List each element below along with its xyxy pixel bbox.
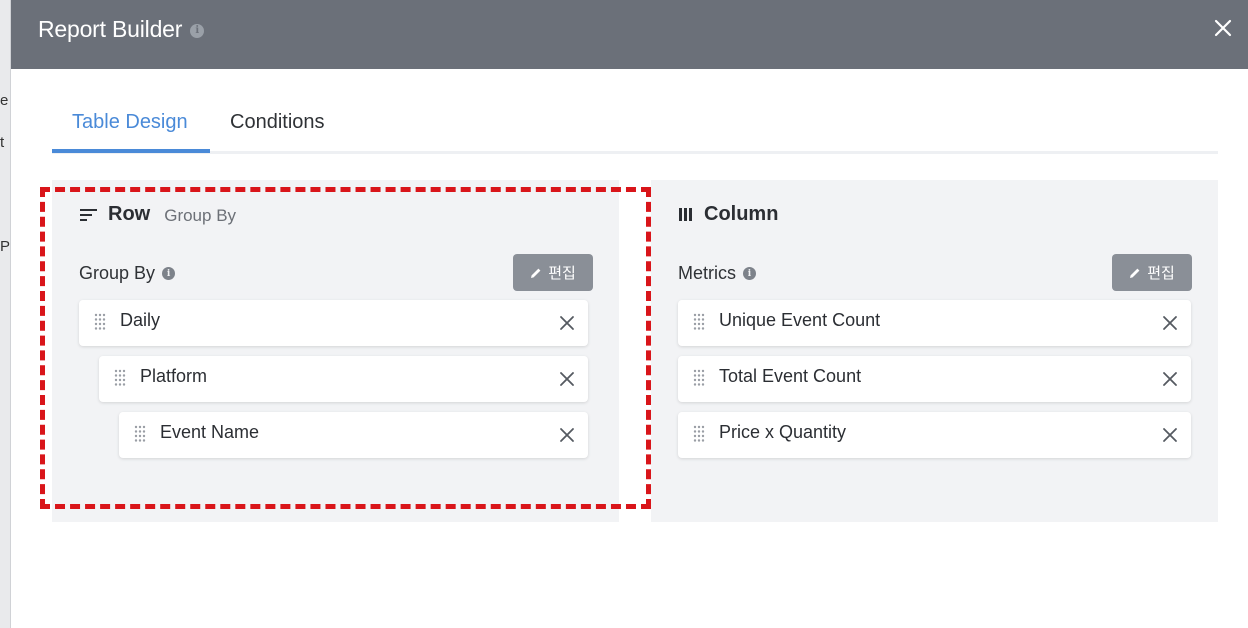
close-icon[interactable] [558,426,576,444]
drag-grip-icon[interactable] [693,425,705,443]
drag-grip-icon[interactable] [94,313,106,331]
columns-bars-icon [679,208,692,221]
row-edit-label: 편집 [548,265,576,282]
item-label: Daily [120,310,161,330]
metrics-label-text: Metrics [678,263,736,283]
row-item-daily[interactable]: Daily [79,300,588,346]
background-text: e [0,92,9,109]
modal-title: Report Builder i [38,16,205,43]
info-icon[interactable]: i [162,267,176,280]
column-edit-button[interactable]: 편집 [1112,254,1192,291]
sort-lines-icon [80,208,97,221]
column-edit-label: 편집 [1147,265,1175,282]
metric-item-price-x-quantity[interactable]: Price x Quantity [678,412,1191,458]
tab-bar: Table Design Conditions [52,103,1218,154]
metric-item-unique-event-count[interactable]: Unique Event Count [678,300,1191,346]
item-label: Platform [140,366,208,386]
drag-grip-icon[interactable] [693,313,705,331]
column-panel: Column Metrics i 편집 Unique Event Count T… [651,180,1218,522]
row-panel: Row Group By Group By i 편집 Daily Platfor… [52,180,619,522]
background-text: Pr [0,238,15,255]
row-panel-subtitle: Group By [164,206,237,225]
active-tab-indicator [52,149,210,153]
group-by-label-text: Group By [79,263,156,283]
row-item-platform[interactable]: Platform [99,356,588,402]
item-label: Total Event Count [719,366,862,386]
row-edit-button[interactable]: 편집 [513,254,593,291]
drag-grip-icon[interactable] [134,425,146,443]
info-icon[interactable]: i [190,23,205,38]
modal-header: Report Builder i [11,0,1248,69]
pencil-icon [531,268,541,278]
group-by-label: Group By i [79,263,176,284]
close-icon[interactable] [1161,314,1179,332]
close-icon[interactable] [1211,16,1235,40]
drag-grip-icon[interactable] [114,369,126,387]
close-icon[interactable] [558,314,576,332]
item-label: Price x Quantity [719,422,847,442]
tab-table-design[interactable]: Table Design [72,111,188,154]
close-icon[interactable] [1161,370,1179,388]
row-panel-title: Row [108,203,151,225]
column-panel-heading: Column [679,203,778,226]
metrics-label: Metrics i [678,263,756,284]
metric-item-total-event-count[interactable]: Total Event Count [678,356,1191,402]
report-builder-modal: Report Builder i Table Design Conditions… [10,0,1248,628]
row-panel-heading: Row Group By [80,203,236,226]
info-icon[interactable]: i [743,267,756,280]
tab-conditions[interactable]: Conditions [230,111,325,154]
background-text: t [0,134,5,151]
close-icon[interactable] [1161,426,1179,444]
item-label: Event Name [160,422,260,442]
row-item-event-name[interactable]: Event Name [119,412,588,458]
drag-grip-icon[interactable] [693,369,705,387]
item-label: Unique Event Count [719,310,881,330]
modal-title-text: Report Builder [38,16,183,42]
close-icon[interactable] [558,370,576,388]
column-panel-title: Column [704,203,779,225]
pencil-icon [1130,268,1140,278]
